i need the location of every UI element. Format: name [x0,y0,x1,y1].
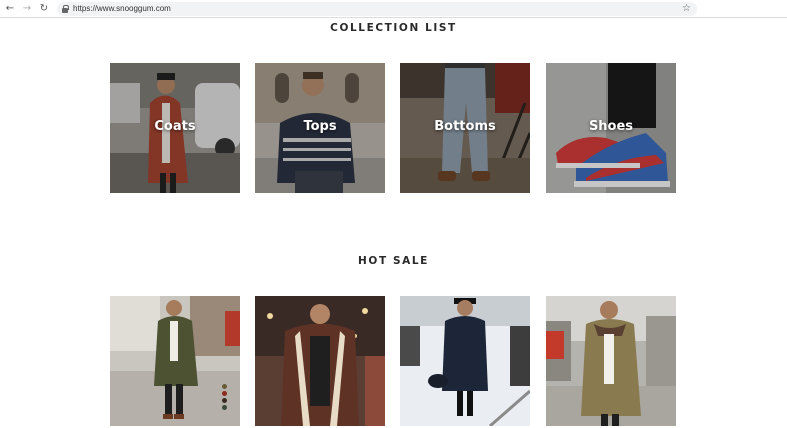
collection-label: Bottoms [434,119,496,134]
collection-label: Coats [154,119,196,134]
collection-list-title: COLLECTION LIST [330,22,457,34]
product-image [546,296,676,426]
color-swatch[interactable] [222,391,227,396]
arrow-left-icon[interactable]: ← [4,3,16,15]
url-text: https://www.snooggum.com [73,4,171,13]
product-card-navy-coat[interactable] [400,296,530,426]
address-bar[interactable]: https://www.snooggum.com ☆ [57,2,697,16]
hot-sale-title: HOT SALE [358,255,429,267]
color-swatch[interactable] [222,405,227,410]
product-image [400,296,530,426]
collection-label: Tops [303,119,337,134]
collection-tile-tops[interactable]: Tops [255,63,385,193]
lock-icon [62,5,69,13]
product-card-khaki-coat[interactable] [546,296,676,426]
product-card-shearling-coat[interactable] [255,296,385,426]
color-swatch[interactable] [222,398,227,403]
product-image [255,296,385,426]
collection-label: Shoes [588,119,634,134]
reload-icon[interactable]: ↻ [38,3,50,15]
product-image [110,296,240,426]
collection-tile-bottoms[interactable]: Bottoms [400,63,530,193]
star-icon[interactable]: ☆ [682,2,691,16]
color-swatch[interactable] [222,384,227,389]
arrow-right-icon[interactable]: → [21,3,33,15]
collection-tile-shoes[interactable]: Shoes [546,63,676,193]
collection-tile-coats[interactable]: Coats [110,63,240,193]
color-swatches [222,384,228,412]
product-card-olive-coat[interactable] [110,296,240,426]
browser-toolbar: ← → ↻ https://www.snooggum.com ☆ [0,0,787,18]
